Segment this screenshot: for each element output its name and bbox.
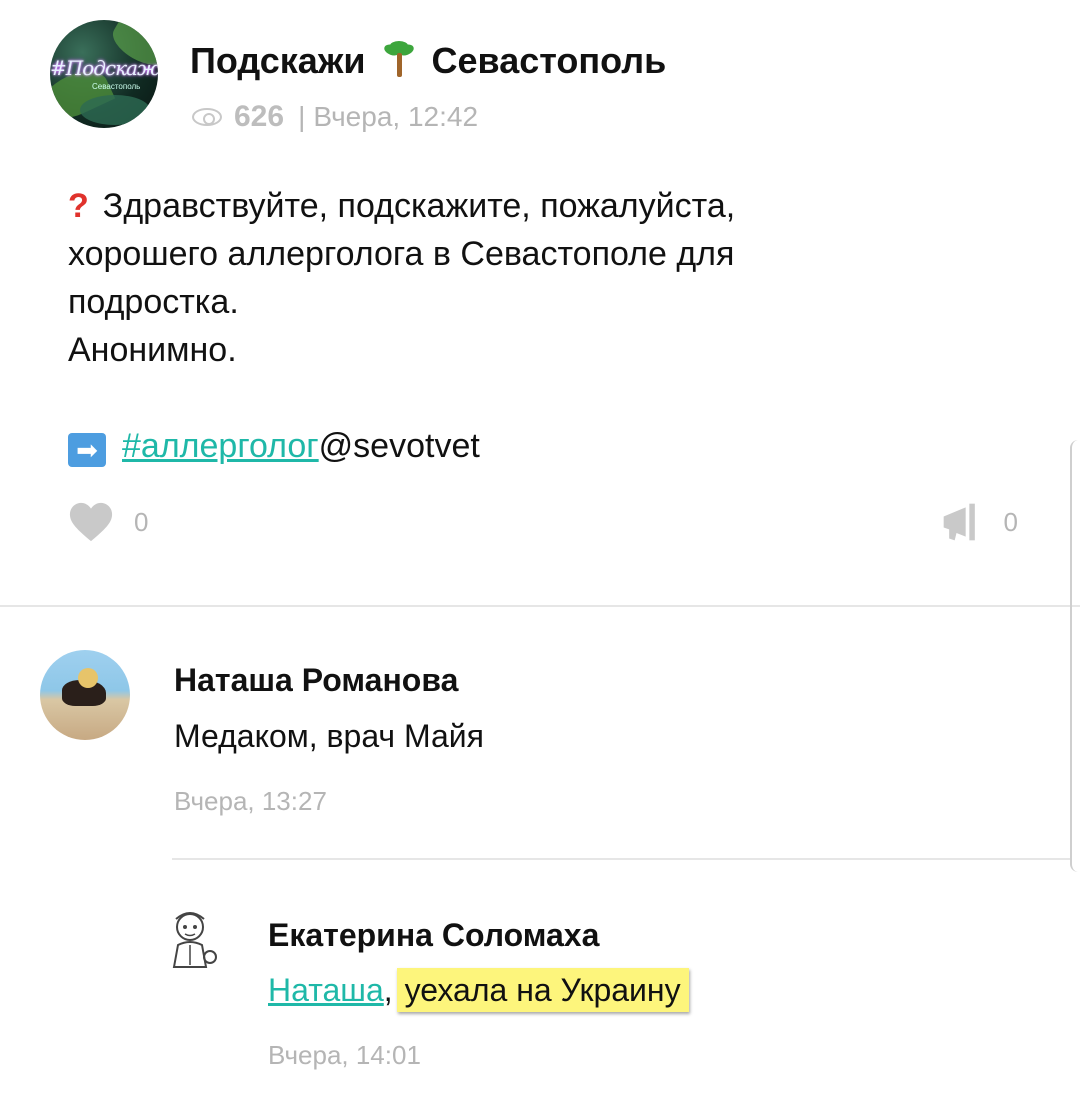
doctor-sketch-icon xyxy=(172,912,217,968)
group-name-part2: Севастополь xyxy=(431,40,667,81)
post-text-line3: подростка. xyxy=(68,283,239,321)
avatar-logo-text: #Подскажи xyxy=(50,56,158,80)
scroll-edge xyxy=(1070,440,1080,872)
comment-text: Наташа, уехала на Украину xyxy=(268,968,689,1012)
comment-time: Вчера, 14:01 xyxy=(268,1040,421,1070)
highlighted-text: уехала на Украину xyxy=(396,968,689,1012)
divider xyxy=(172,858,1072,860)
post-text-line1: Здравствуйте, подскажите, пожалуйста, xyxy=(102,187,736,225)
post-meta: 626 | Вчера, 12:42 xyxy=(192,100,478,134)
avatar-figure-head xyxy=(78,668,98,688)
post-timestamp: Вчера, 12:42 xyxy=(313,101,479,132)
like-count: 0 xyxy=(134,506,149,537)
comment-author[interactable]: Наташа Романова xyxy=(174,662,458,699)
avatar[interactable] xyxy=(40,650,130,740)
post-line: ? Здравствуйте, подскажите, пожалуйста, xyxy=(68,182,1028,230)
meta-separator: | xyxy=(298,101,306,132)
palm-tree-icon xyxy=(382,41,416,77)
reply-separator: , xyxy=(383,972,393,1008)
question-mark-icon: ? xyxy=(68,187,89,225)
post-tags-line: ➡ #аллерголог@sevotvet xyxy=(68,422,1028,470)
reply-mention-link[interactable]: Наташа xyxy=(268,972,384,1008)
view-count: 626 xyxy=(234,100,285,133)
post-actions: 0 0 xyxy=(68,500,1028,556)
avatar-leaf-decoration xyxy=(80,95,150,125)
divider xyxy=(0,605,1080,607)
right-arrow-icon: ➡ xyxy=(68,433,106,467)
group-name-part1: Подскажи xyxy=(190,40,366,81)
eye-icon xyxy=(192,108,222,126)
hashtag-link[interactable]: #аллерголог xyxy=(122,427,319,465)
comment-time: Вчера, 13:27 xyxy=(174,786,327,816)
avatar-logo-subtext: Севастополь xyxy=(92,82,141,91)
share-button[interactable]: 0 xyxy=(940,500,1018,544)
post-text-line2: хорошего аллерголога в Севастополе для xyxy=(68,235,735,273)
like-button[interactable]: 0 xyxy=(68,500,148,544)
mention-text: @sevotvet xyxy=(318,427,480,465)
heart-icon xyxy=(69,502,113,542)
megaphone-icon xyxy=(943,503,975,541)
share-count: 0 xyxy=(1003,506,1018,537)
group-avatar[interactable]: #Подскажи Севастополь xyxy=(50,20,158,128)
comment-author[interactable]: Екатерина Соломаха xyxy=(268,917,599,954)
post-text-line4: Анонимно. xyxy=(68,331,237,369)
post-header: #Подскажи Севастополь Подскажи Севастопо… xyxy=(50,20,1030,133)
post-body: ? Здравствуйте, подскажите, пожалуйста, х… xyxy=(68,182,1028,470)
group-title[interactable]: Подскажи Севастополь xyxy=(190,40,666,82)
comment-text: Медаком, врач Майя xyxy=(174,718,484,754)
avatar[interactable] xyxy=(160,905,230,975)
